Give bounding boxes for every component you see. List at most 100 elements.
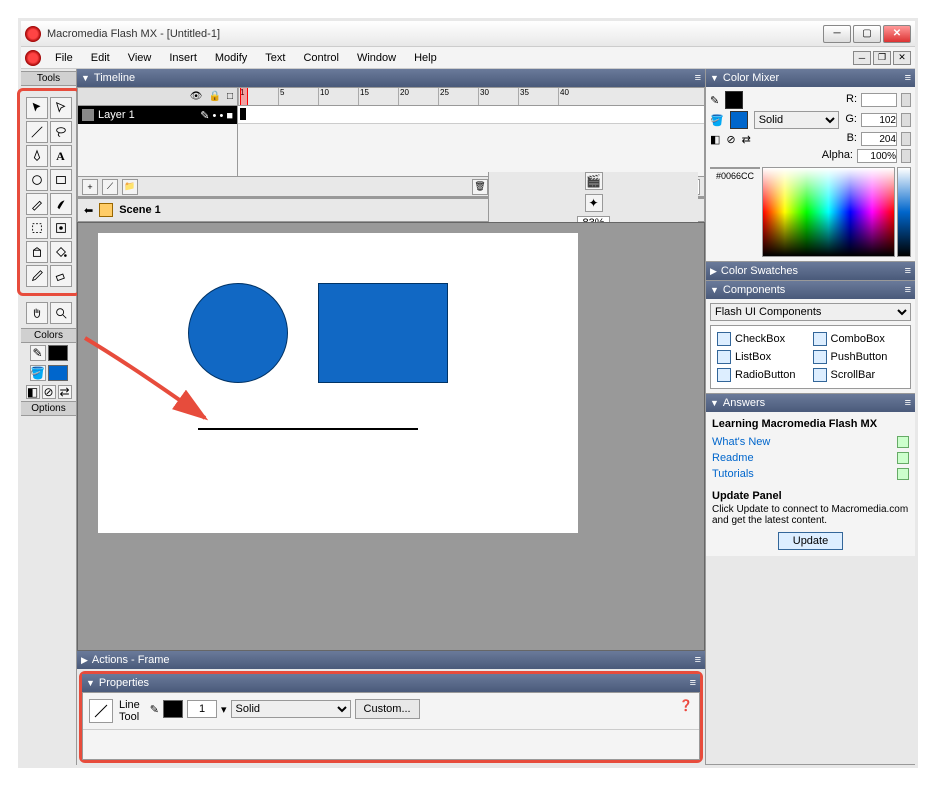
ink-bottle-tool[interactable]	[26, 241, 48, 263]
hex-value[interactable]: #0066CC	[710, 171, 760, 181]
no-color-icon[interactable]: ⊘	[726, 133, 735, 146]
menu-edit[interactable]: Edit	[83, 50, 118, 66]
component-radiobutton[interactable]: RadioButton	[717, 368, 809, 382]
line-tool[interactable]	[26, 121, 48, 143]
stroke-width-input[interactable]	[187, 700, 217, 718]
minimize-button[interactable]: ─	[823, 25, 851, 43]
default-colors-button[interactable]: ◧	[26, 385, 40, 399]
timeline-options-icon[interactable]: ≡	[695, 72, 701, 84]
menu-insert[interactable]: Insert	[161, 50, 205, 66]
brush-tool[interactable]	[50, 193, 72, 215]
doc-minimize-button[interactable]: ─	[853, 51, 871, 65]
component-set-select[interactable]: Flash UI Components	[710, 303, 911, 321]
eyedropper-tool[interactable]	[26, 265, 48, 287]
add-guide-button[interactable]: ⟋	[102, 179, 118, 195]
mixer-fill-swatch[interactable]	[730, 111, 748, 129]
subselect-tool[interactable]	[50, 97, 72, 119]
free-transform-tool[interactable]	[26, 217, 48, 239]
circle-shape[interactable]	[188, 283, 288, 383]
lock-icon[interactable]: 🔒	[209, 91, 221, 102]
timeline-title: Timeline	[94, 72, 135, 84]
oval-tool[interactable]	[26, 169, 48, 191]
keyframe[interactable]	[240, 108, 246, 120]
g-spinner[interactable]	[901, 113, 911, 127]
stroke-style-select[interactable]: Solid	[231, 700, 351, 718]
stage[interactable]	[98, 233, 578, 533]
lightness-slider[interactable]	[897, 167, 911, 257]
add-folder-button[interactable]: 📁	[122, 179, 138, 195]
menu-text[interactable]: Text	[257, 50, 293, 66]
actions-header[interactable]: ▶Actions - Frame≡	[77, 651, 705, 669]
menu-control[interactable]: Control	[295, 50, 346, 66]
lasso-tool[interactable]	[50, 121, 72, 143]
custom-stroke-button[interactable]: Custom...	[355, 699, 420, 719]
link-whats-new[interactable]: What's New	[712, 434, 909, 450]
color-spectrum[interactable]	[762, 167, 895, 257]
stroke-width-dropdown-icon[interactable]: ▾	[221, 703, 227, 716]
link-readme[interactable]: Readme	[712, 450, 909, 466]
fill-transform-tool[interactable]	[50, 217, 72, 239]
menu-view[interactable]: View	[120, 50, 160, 66]
swap-colors-icon[interactable]: ⇄	[742, 133, 751, 146]
answers-header[interactable]: ▼Answers≡	[706, 394, 915, 412]
timeline-header[interactable]: ▼Timeline≡	[77, 69, 705, 87]
help-icon[interactable]: ❓	[679, 699, 693, 712]
maximize-button[interactable]: ▢	[853, 25, 881, 43]
swatches-header[interactable]: ▶Color Swatches≡	[706, 262, 915, 280]
b-spinner[interactable]	[901, 132, 911, 146]
component-pushbutton[interactable]: PushButton	[813, 350, 905, 364]
menu-file[interactable]: File	[47, 50, 81, 66]
outline-icon[interactable]: □	[227, 91, 233, 102]
alpha-input[interactable]	[857, 149, 897, 163]
eye-icon[interactable]: 👁	[190, 91, 203, 102]
alpha-spinner[interactable]	[901, 149, 911, 163]
text-tool[interactable]: A	[50, 145, 72, 167]
pen-tool[interactable]	[26, 145, 48, 167]
menu-modify[interactable]: Modify	[207, 50, 255, 66]
fill-type-select[interactable]: Solid	[754, 111, 839, 129]
component-listbox[interactable]: ListBox	[717, 350, 809, 364]
doc-restore-button[interactable]: ❐	[873, 51, 891, 65]
mixer-title: Color Mixer	[723, 72, 779, 84]
g-input[interactable]	[861, 113, 897, 127]
components-header[interactable]: ▼Components≡	[706, 281, 915, 299]
component-combobox[interactable]: ComboBox	[813, 332, 905, 346]
arrow-tool[interactable]	[26, 97, 48, 119]
default-colors-icon[interactable]: ◧	[710, 133, 720, 146]
menu-window[interactable]: Window	[349, 50, 404, 66]
edit-symbols-button[interactable]: ✦	[585, 194, 603, 212]
rectangle-tool[interactable]	[50, 169, 72, 191]
swap-colors-button[interactable]: ⇄	[58, 385, 72, 399]
stage-area[interactable]	[77, 222, 705, 651]
zoom-tool[interactable]	[50, 302, 72, 324]
line-shape[interactable]	[198, 428, 418, 430]
update-button[interactable]: Update	[778, 532, 843, 550]
menu-help[interactable]: Help	[406, 50, 445, 66]
rectangle-shape[interactable]	[318, 283, 448, 383]
stroke-color-picker[interactable]	[163, 700, 183, 718]
frame-track[interactable]	[238, 106, 704, 124]
paint-bucket-tool[interactable]	[50, 241, 72, 263]
doc-close-button[interactable]: ✕	[893, 51, 911, 65]
component-scrollbar[interactable]: ScrollBar	[813, 368, 905, 382]
b-input[interactable]	[861, 132, 897, 146]
add-layer-button[interactable]: +	[82, 179, 98, 195]
close-button[interactable]: ✕	[883, 25, 911, 43]
layer-row[interactable]: Layer 1 ✎ • • ■	[78, 106, 237, 124]
link-tutorials[interactable]: Tutorials	[712, 466, 909, 482]
eraser-tool[interactable]	[50, 265, 72, 287]
mixer-header[interactable]: ▼Color Mixer≡	[706, 69, 915, 87]
scene-back-button[interactable]: ⬅	[84, 204, 93, 217]
fill-color-swatch[interactable]	[48, 365, 68, 381]
r-spinner[interactable]	[901, 93, 911, 107]
delete-layer-button[interactable]: 🗑	[472, 179, 488, 195]
playhead[interactable]	[240, 88, 248, 105]
properties-header[interactable]: ▼Properties≡	[82, 674, 700, 692]
component-checkbox[interactable]: CheckBox	[717, 332, 809, 346]
stroke-color-swatch[interactable]	[48, 345, 68, 361]
hand-tool[interactable]	[26, 302, 48, 324]
pencil-tool[interactable]	[26, 193, 48, 215]
r-input[interactable]	[861, 93, 897, 107]
mixer-stroke-swatch[interactable]	[725, 91, 743, 109]
no-color-button[interactable]: ⊘	[42, 385, 56, 399]
